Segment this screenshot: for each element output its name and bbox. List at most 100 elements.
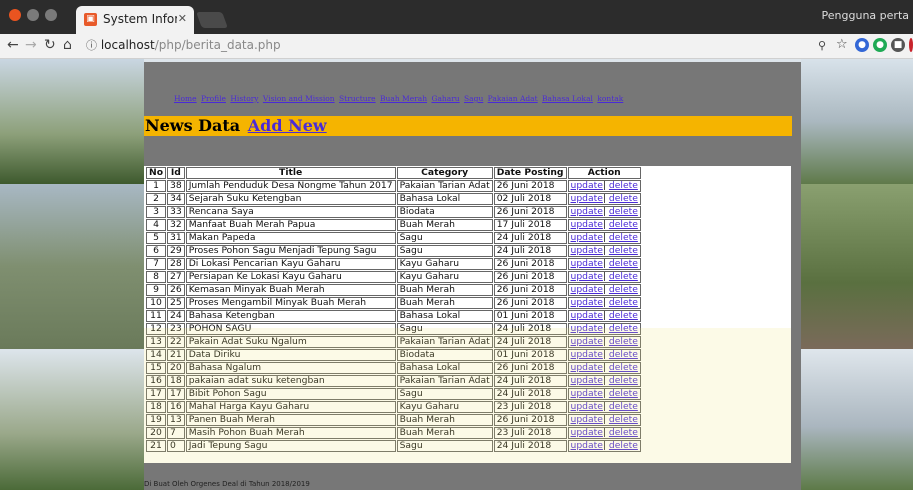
update-link[interactable]: update (571, 427, 603, 438)
update-link[interactable]: update (571, 375, 603, 386)
delete-link[interactable]: delete (609, 401, 638, 412)
table-row: 2 34 Sejarah Suku Ketengban Bahasa Lokal 02 … (146, 193, 641, 205)
browser-titlebar: ▣ System Information ✕ Pengguna perta (0, 0, 913, 34)
cell-title: Pakain Adat Suku Ngalum (185, 336, 396, 348)
update-link[interactable]: update (571, 284, 603, 295)
menu-link-home[interactable]: Home (174, 94, 197, 103)
update-link[interactable]: update (571, 336, 603, 347)
info-icon[interactable]: ⓘ (86, 39, 97, 52)
delete-link[interactable]: delete (609, 310, 638, 321)
delete-link[interactable]: delete (609, 323, 638, 334)
table-row: 20 7 Masih Pohon Buah Merah Buah Merah 23 Ju… (146, 427, 641, 439)
menu-link-structure[interactable]: Structure (339, 94, 376, 103)
extension-blue-icon[interactable]: ● (855, 38, 869, 52)
forward-arrow-icon[interactable]: → (25, 37, 37, 53)
cell-no: 4 (146, 219, 167, 231)
table-row: 12 23 POHON SAGU Sagu 24 Juli 2018 update| de… (146, 323, 641, 335)
menu-link-buah-merah[interactable]: Buah Merah (380, 94, 427, 103)
update-link[interactable]: update (571, 232, 603, 243)
extension-gray-icon[interactable]: ■ (891, 38, 905, 52)
delete-link[interactable]: delete (609, 193, 638, 204)
update-link[interactable]: update (571, 193, 603, 204)
cell-category: Sagu (396, 232, 493, 244)
bookmark-star-icon[interactable]: ☆ (836, 37, 848, 52)
delete-link[interactable]: delete (609, 284, 638, 295)
delete-link[interactable]: delete (609, 362, 638, 373)
cell-id: 29 (167, 245, 185, 257)
cell-title: POHON SAGU (185, 323, 396, 335)
delete-link[interactable]: delete (609, 297, 638, 308)
cell-date: 26 Juni 2018 (493, 414, 567, 426)
update-link[interactable]: update (571, 219, 603, 230)
delete-link[interactable]: delete (609, 180, 638, 191)
cell-category: Kayu Gaharu (396, 401, 493, 413)
update-link[interactable]: update (571, 297, 603, 308)
delete-link[interactable]: delete (609, 232, 638, 243)
menu-link-kontak[interactable]: kontak (597, 94, 623, 103)
delete-link[interactable]: delete (609, 388, 638, 399)
update-link[interactable]: update (571, 401, 603, 412)
update-link[interactable]: update (571, 245, 603, 256)
background-photo-left-bottom (0, 349, 144, 490)
cell-action: update| delete (567, 336, 641, 348)
menu-link-profile[interactable]: Profile (201, 94, 226, 103)
new-tab-button[interactable] (196, 12, 228, 28)
menu-link-pakaian-adat[interactable]: Pakaian Adat (488, 94, 538, 103)
delete-link[interactable]: delete (609, 414, 638, 425)
delete-link[interactable]: delete (609, 245, 638, 256)
cell-date: 01 Juni 2018 (493, 310, 567, 322)
maximize-window-icon[interactable] (45, 9, 57, 21)
minimize-window-icon[interactable] (27, 9, 39, 21)
cell-title: Panen Buah Merah (185, 414, 396, 426)
menu-link-gaharu[interactable]: Gaharu (431, 94, 459, 103)
table-row: 3 33 Rencana Saya Biodata 26 Juni 2018 update… (146, 206, 641, 218)
delete-link[interactable]: delete (609, 349, 638, 360)
cell-title: Jadi Tepung Sagu (185, 440, 396, 452)
delete-link[interactable]: delete (609, 271, 638, 282)
delete-link[interactable]: delete (609, 258, 638, 269)
close-window-icon[interactable] (9, 9, 21, 21)
back-arrow-icon[interactable]: ← (7, 37, 19, 53)
cell-id: 16 (167, 401, 185, 413)
delete-link[interactable]: delete (609, 206, 638, 217)
cell-date: 26 Juni 2018 (493, 258, 567, 270)
reload-icon[interactable]: ↻ (44, 37, 56, 53)
menu-link-vision-and-mission[interactable]: Vision and Mission (263, 94, 335, 103)
delete-link[interactable]: delete (609, 440, 638, 451)
cell-id: 25 (167, 297, 185, 309)
profile-user-label[interactable]: Pengguna perta (822, 9, 909, 22)
update-link[interactable]: update (571, 323, 603, 334)
home-icon[interactable]: ⌂ (63, 37, 72, 53)
table-row: 17 17 Bibit Pohon Sagu Sagu 24 Juli 2018 upda… (146, 388, 641, 400)
delete-link[interactable]: delete (609, 375, 638, 386)
update-link[interactable]: update (571, 258, 603, 269)
update-link[interactable]: update (571, 206, 603, 217)
cell-action: update| delete (567, 219, 641, 231)
delete-link[interactable]: delete (609, 219, 638, 230)
menu-link-history[interactable]: History (230, 94, 258, 103)
cell-category: Bahasa Lokal (396, 193, 493, 205)
extension-green-icon[interactable]: ● (873, 38, 887, 52)
pinterest-icon[interactable] (909, 38, 913, 52)
update-link[interactable]: update (571, 362, 603, 373)
add-new-link[interactable]: Add New (248, 116, 327, 135)
address-bar[interactable]: ⓘ localhost/php/berita_data.php (86, 36, 826, 55)
cell-category: Bahasa Lokal (396, 362, 493, 374)
delete-link[interactable]: delete (609, 336, 638, 347)
update-link[interactable]: update (571, 180, 603, 191)
delete-link[interactable]: delete (609, 427, 638, 438)
menu-link-sagu[interactable]: Sagu (464, 94, 483, 103)
update-link[interactable]: update (571, 271, 603, 282)
update-link[interactable]: update (571, 310, 603, 321)
menu-link-bahasa-lokal[interactable]: Bahasa Lokal (542, 94, 593, 103)
close-tab-icon[interactable]: ✕ (178, 12, 187, 25)
cell-date: 23 Juli 2018 (493, 427, 567, 439)
update-link[interactable]: update (571, 349, 603, 360)
zoom-icon[interactable]: ⚲ (818, 39, 826, 52)
browser-tab[interactable]: ▣ System Information ✕ (76, 6, 194, 34)
update-link[interactable]: update (571, 440, 603, 451)
cell-action: update| delete (567, 323, 641, 335)
update-link[interactable]: update (571, 388, 603, 399)
update-link[interactable]: update (571, 414, 603, 425)
cell-date: 26 Juni 2018 (493, 297, 567, 309)
